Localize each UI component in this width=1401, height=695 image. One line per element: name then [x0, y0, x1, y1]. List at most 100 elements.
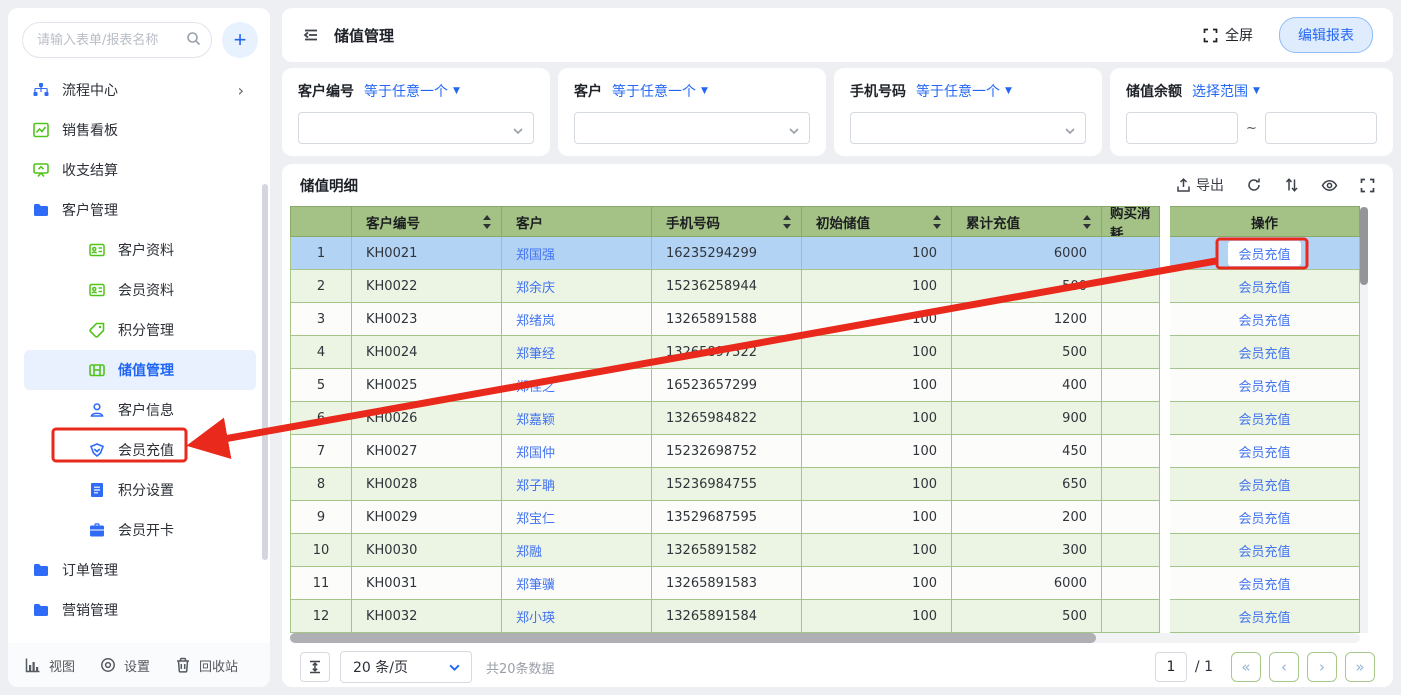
column-sort-icon[interactable]	[1083, 215, 1092, 229]
customer-name-link[interactable]: 郑筆经	[516, 343, 555, 362]
filter-operator-dropdown[interactable]: 等于任意一个 ▼	[916, 81, 1012, 101]
member-recharge-button[interactable]: 会员充值	[1238, 277, 1290, 296]
sidebar-item-订单管理[interactable]: 订单管理	[24, 550, 256, 590]
table-row[interactable]: 4KH0024郑筆经13265897522100500会员充值	[290, 336, 1360, 369]
column-sort-icon[interactable]	[783, 215, 792, 229]
table-row[interactable]: 12KH0032郑小瑛13265891584100500会员充值	[290, 600, 1360, 633]
table-row[interactable]: 9KH0029郑宝仁13529687595100200会员充值	[290, 501, 1360, 534]
refresh-icon[interactable]	[1246, 177, 1262, 193]
member-recharge-button[interactable]: 会员充值	[1238, 310, 1290, 329]
member-recharge-button[interactable]: 会员充值	[1238, 574, 1290, 593]
sidebar-item-会员开卡[interactable]: 会员开卡	[24, 510, 256, 550]
column-sort-icon[interactable]	[933, 215, 942, 229]
customer-name-link[interactable]: 郑绪岚	[516, 310, 555, 329]
sidebar-item-客户信息[interactable]: 客户信息	[24, 390, 256, 430]
horizontal-scrollbar[interactable]	[290, 633, 1360, 643]
sidebar-item-积分管理[interactable]: 积分管理	[24, 310, 256, 350]
export-button[interactable]: 导出	[1176, 175, 1224, 195]
member-recharge-button[interactable]: 会员充值	[1238, 376, 1290, 395]
table-row[interactable]: 1KH0021郑国强162352942991006000会员充值	[290, 237, 1360, 270]
sidebar-item-客户资料[interactable]: 客户资料	[24, 230, 256, 270]
column-sort-icon[interactable]	[483, 215, 492, 229]
range-min-input[interactable]	[1126, 112, 1238, 144]
next-page-button[interactable]: ›	[1307, 652, 1337, 682]
sidebar-footer-视图[interactable]: 视图	[24, 656, 75, 675]
customer-name-link[interactable]: 郑国强	[516, 244, 555, 263]
member-recharge-button[interactable]: 会员充值	[1238, 343, 1290, 362]
filter-select[interactable]	[574, 112, 810, 144]
gap-cell	[1160, 369, 1170, 402]
sidebar-item-流程中心[interactable]: 流程中心›	[24, 70, 256, 110]
member-recharge-button[interactable]: 会员充值	[1238, 508, 1290, 527]
edit-report-button[interactable]: 编辑报表	[1279, 17, 1373, 53]
table-row[interactable]: 2KH0022郑余庆15236258944100500会员充值	[290, 270, 1360, 303]
first-page-button[interactable]: «	[1231, 652, 1261, 682]
table-row[interactable]: 6KH0026郑嘉颖13265984822100900会员充值	[290, 402, 1360, 435]
sort-icon[interactable]	[1284, 177, 1299, 193]
filter-operator-dropdown[interactable]: 等于任意一个 ▼	[364, 81, 460, 101]
table-header-cell[interactable]: 手机号码	[652, 206, 802, 237]
add-button[interactable]: +	[222, 22, 258, 58]
customer-name-link[interactable]: 郑余庆	[516, 277, 555, 296]
sidebar-item-会员充值[interactable]: 会员充值	[24, 430, 256, 470]
search-input[interactable]	[22, 22, 212, 58]
chevron-down-icon	[788, 122, 800, 141]
member-recharge-button[interactable]: 会员充值	[1238, 541, 1290, 560]
filter-label: 储值余额	[1126, 81, 1182, 101]
table-row[interactable]: 11KH0031郑筆骥132658915831006000会员充值	[290, 567, 1360, 600]
page-number-input[interactable]	[1155, 652, 1187, 682]
phone-cell: 13265891584	[652, 600, 802, 633]
sidebar-item-销售看板[interactable]: 销售看板	[24, 110, 256, 150]
visibility-eye-icon[interactable]	[1321, 178, 1338, 193]
filter-operator-dropdown[interactable]: 选择范围 ▼	[1192, 81, 1260, 101]
sidebar-item-采购管理[interactable]: 采购管理	[24, 630, 256, 643]
sidebar-item-label: 流程中心	[62, 80, 118, 100]
sidebar-item-客户管理[interactable]: 客户管理	[24, 190, 256, 230]
member-recharge-button[interactable]: 会员充值	[1238, 409, 1290, 428]
prev-page-button[interactable]: ‹	[1269, 652, 1299, 682]
table-header-cell[interactable]: 客户编号	[352, 206, 502, 237]
filter-select[interactable]	[850, 112, 1086, 144]
member-recharge-button[interactable]: 会员充值	[1238, 475, 1290, 494]
customer-name-link[interactable]: 郑融	[516, 541, 542, 560]
sidebar-item-收支结算[interactable]: 收支结算	[24, 150, 256, 190]
customer-name-link[interactable]: 郑子聃	[516, 475, 555, 494]
fit-rows-button[interactable]	[300, 652, 330, 682]
customer-name-link[interactable]: 郑嘉颖	[516, 409, 555, 428]
customer-name-link[interactable]: 郑小瑛	[516, 607, 555, 626]
action-cell: 会员充值	[1170, 567, 1360, 600]
member-recharge-button[interactable]: 会员充值	[1238, 442, 1290, 461]
collapse-sidebar-icon[interactable]	[302, 26, 320, 44]
table-row[interactable]: 5KH0025郑佳之16523657299100400会员充值	[290, 369, 1360, 402]
table-row[interactable]: 3KH0023郑绪岚132658915881001200会员充值	[290, 303, 1360, 336]
vertical-scrollbar[interactable]	[1360, 207, 1368, 633]
table-fullscreen-icon[interactable]	[1360, 178, 1375, 193]
table-header-cell[interactable]: 累计充值	[952, 206, 1102, 237]
member-recharge-button[interactable]: 会员充值	[1238, 607, 1290, 626]
sidebar-item-label: 储值管理	[118, 360, 174, 380]
page-size-select[interactable]: 20 条/页	[340, 651, 472, 683]
sidebar-item-营销管理[interactable]: 营销管理	[24, 590, 256, 630]
customer-name-link[interactable]: 郑宝仁	[516, 508, 555, 527]
table-row[interactable]: 10KH0030郑融13265891582100300会员充值	[290, 534, 1360, 567]
sidebar-item-会员资料[interactable]: 会员资料	[24, 270, 256, 310]
gap-cell	[1160, 435, 1170, 468]
sidebar-item-储值管理[interactable]: 储值管理	[24, 350, 256, 390]
customer-name-link[interactable]: 郑佳之	[516, 376, 555, 395]
consume-cell	[1102, 270, 1160, 303]
customer-name-link[interactable]: 郑国仲	[516, 442, 555, 461]
customer-name-link[interactable]: 郑筆骥	[516, 574, 555, 593]
sidebar-scrollbar[interactable]	[262, 184, 268, 560]
sidebar-footer-回收站[interactable]: 回收站	[174, 656, 238, 675]
range-max-input[interactable]	[1265, 112, 1377, 144]
fullscreen-button[interactable]: 全屏	[1203, 25, 1253, 45]
sidebar-footer-设置[interactable]: 设置	[99, 656, 150, 675]
sidebar-item-积分设置[interactable]: 积分设置	[24, 470, 256, 510]
filter-select[interactable]	[298, 112, 534, 144]
member-recharge-button[interactable]: 会员充值	[1228, 241, 1300, 266]
table-row[interactable]: 7KH0027郑国仲15232698752100450会员充值	[290, 435, 1360, 468]
filter-operator-dropdown[interactable]: 等于任意一个 ▼	[612, 81, 708, 101]
last-page-button[interactable]: »	[1345, 652, 1375, 682]
table-row[interactable]: 8KH0028郑子聃15236984755100650会员充值	[290, 468, 1360, 501]
table-header-cell[interactable]: 初始储值	[802, 206, 952, 237]
